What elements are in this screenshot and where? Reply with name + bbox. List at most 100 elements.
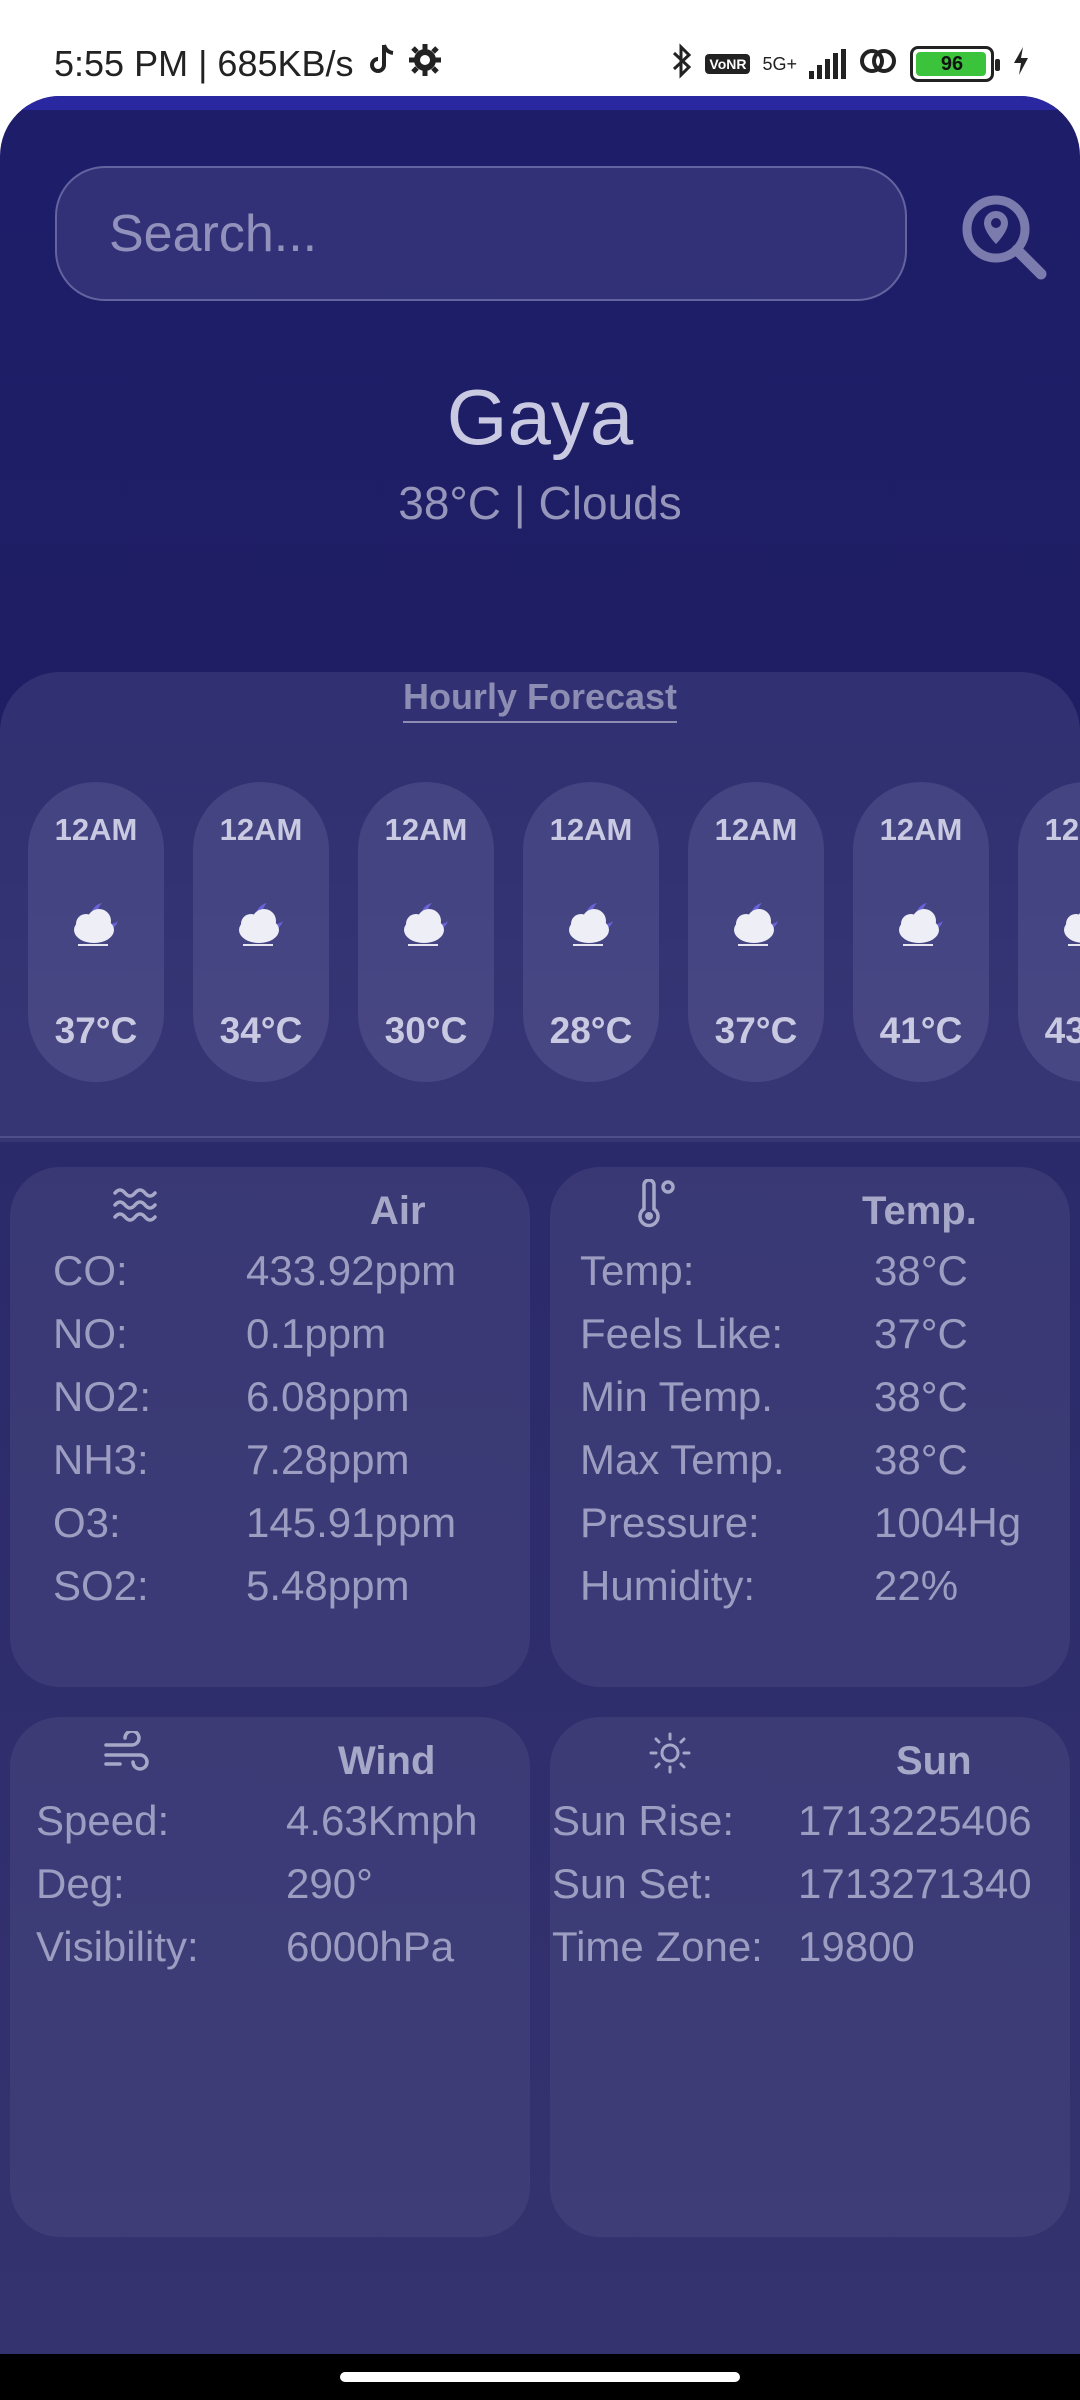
air-row-label: CO: [53, 1247, 128, 1294]
status-left: 5:55 PM | 685KB/s [54, 36, 442, 92]
temp-row-label: Max Temp. [580, 1436, 785, 1483]
hour-card[interactable]: 12AM 37°C [688, 782, 824, 1082]
air-row-value: 145.91ppm [246, 1499, 457, 1546]
air-row-label: NO2: [53, 1373, 152, 1420]
hour-temp: 37°C [54, 1010, 138, 1051]
hour-time: 12AM [879, 812, 963, 847]
temp-row-label: Temp: [580, 1247, 695, 1294]
temp-row-value: 1004Hg [874, 1499, 1022, 1546]
air-row-value: 6.08ppm [246, 1373, 410, 1420]
hour-card[interactable]: 12AM 34°C [193, 782, 329, 1082]
hour-temp: 37°C [714, 1010, 798, 1051]
status-bar: 5:55 PM | 685KB/s VoNR 5G+ 96 [0, 0, 1080, 96]
temp-row-label: Pressure: [580, 1499, 760, 1546]
wind-icon [102, 1729, 150, 1776]
tiktok-icon [366, 43, 396, 86]
hour-time: 12AM [549, 812, 633, 847]
hour-temp: 28°C [549, 1010, 633, 1051]
sun-icon [648, 1731, 692, 1780]
bluetooth-icon [671, 42, 693, 86]
hour-card[interactable]: 12AM 41°C [853, 782, 989, 1082]
weather-app: Gaya 38°C | Clouds Hourly Forecast 12AM … [0, 96, 1080, 2354]
hour-time: 12AM [384, 812, 468, 847]
cloud-moon-icon [68, 897, 124, 953]
home-gesture-handle[interactable] [340, 2372, 740, 2382]
hour-time: 12AM [54, 812, 138, 847]
link-icon [858, 46, 898, 83]
hour-temp: 34°C [219, 1010, 303, 1051]
city-name: Gaya [446, 373, 634, 461]
cloud-moon-icon [233, 897, 289, 953]
hour-temp: 41°C [879, 1010, 963, 1051]
temp-row-label: Humidity: [580, 1562, 756, 1609]
temp-card: Temp. Temp: 38°C Feels Like: 37°C Min Te… [550, 1167, 1070, 1687]
waves-icon [112, 1185, 158, 1230]
cloud-moon-icon [728, 897, 784, 953]
signal-icon [809, 49, 846, 79]
sun-title: Sun [896, 1739, 972, 1783]
sun-row-value: 1713225406 [798, 1797, 1032, 1844]
cloud-moon-icon [563, 897, 619, 953]
sun-row-value: 1713271340 [798, 1860, 1032, 1907]
cloud-moon-icon [1058, 897, 1080, 953]
air-row-label: O3: [53, 1499, 121, 1546]
temp-row-value: 38°C [874, 1373, 968, 1420]
temp-title: Temp. [862, 1189, 977, 1233]
volte-icon: VoNR [705, 54, 751, 74]
cloud-moon-icon [398, 897, 454, 953]
sun-card: Sun Sun Rise: 1713225406 Sun Set: 171327… [550, 1717, 1070, 2237]
temp-row-value: 38°C [874, 1247, 968, 1294]
temp-row-value: 22% [874, 1562, 959, 1609]
temp-row-value: 38°C [874, 1436, 968, 1483]
hour-card[interactable]: 12AM 37°C [28, 782, 164, 1082]
wind-row-label: Visibility: [36, 1923, 199, 1970]
hour-card[interactable]: 12AM 28°C [523, 782, 659, 1082]
sun-row-label: Sun Rise: [552, 1797, 735, 1844]
hour-card[interactable]: 12AM 30°C [358, 782, 494, 1082]
charging-icon [1012, 46, 1030, 83]
wind-row-label: Deg: [36, 1860, 125, 1907]
gear-icon [408, 43, 442, 86]
temp-row-label: Min Temp. [580, 1373, 773, 1420]
wind-card: Wind Speed: 4.63Kmph Deg: 290° Visibilit… [10, 1717, 530, 2237]
battery-icon: 96 [910, 46, 1000, 82]
weather-summary: 38°C | Clouds [398, 477, 682, 529]
network-label: 5G+ [762, 53, 797, 74]
wind-row-value: 290° [286, 1860, 373, 1907]
air-row-value: 433.92ppm [246, 1247, 457, 1294]
air-title: Air [370, 1189, 426, 1233]
hour-time: 12AM [1044, 812, 1080, 847]
hourly-forecast-title-text: Hourly Forecast [402, 676, 678, 723]
search-input[interactable] [55, 166, 907, 301]
hour-temp: 30°C [384, 1010, 468, 1051]
hour-temp: 43°C [1044, 1010, 1080, 1051]
hour-time: 12AM [714, 812, 798, 847]
hourly-forecast-title[interactable]: Hourly Forecast [0, 676, 1080, 723]
air-row-value: 5.48ppm [246, 1562, 410, 1609]
divider [0, 1136, 1080, 1138]
thermometer-icon [634, 1178, 680, 1234]
sun-row-label: Time Zone: [552, 1923, 763, 1970]
sun-row-value: 19800 [798, 1923, 915, 1970]
search-location-icon[interactable] [958, 191, 1048, 281]
wind-title: Wind [338, 1739, 436, 1783]
temp-row-label: Feels Like: [580, 1310, 784, 1357]
cloud-moon-icon [893, 897, 949, 953]
air-row-value: 0.1ppm [246, 1310, 387, 1357]
air-row-label: SO2: [53, 1562, 149, 1609]
air-row-label: NH3: [53, 1436, 149, 1483]
wind-row-value: 6000hPa [286, 1923, 455, 1970]
hour-card[interactable]: 12AM 43°C [1018, 782, 1080, 1082]
battery-level: 96 [940, 52, 964, 75]
wind-row-value: 4.63Kmph [286, 1797, 478, 1844]
navigation-bar [0, 2354, 1080, 2400]
wind-row-label: Speed: [36, 1797, 170, 1844]
status-right: VoNR 5G+ 96 [671, 36, 1030, 92]
hourly-forecast-list[interactable]: 12AM 37°C 12AM 34°C 12AM 30°C 12AM 28°C … [28, 782, 1080, 1082]
hour-time: 12AM [219, 812, 303, 847]
air-row-value: 7.28ppm [246, 1436, 410, 1483]
air-card: Air CO: 433.92ppm NO: 0.1ppm NO2: 6.08pp… [10, 1167, 530, 1687]
status-time-speed: 5:55 PM | 685KB/s [54, 43, 354, 84]
temp-row-value: 37°C [874, 1310, 968, 1357]
air-row-label: NO: [53, 1310, 128, 1357]
